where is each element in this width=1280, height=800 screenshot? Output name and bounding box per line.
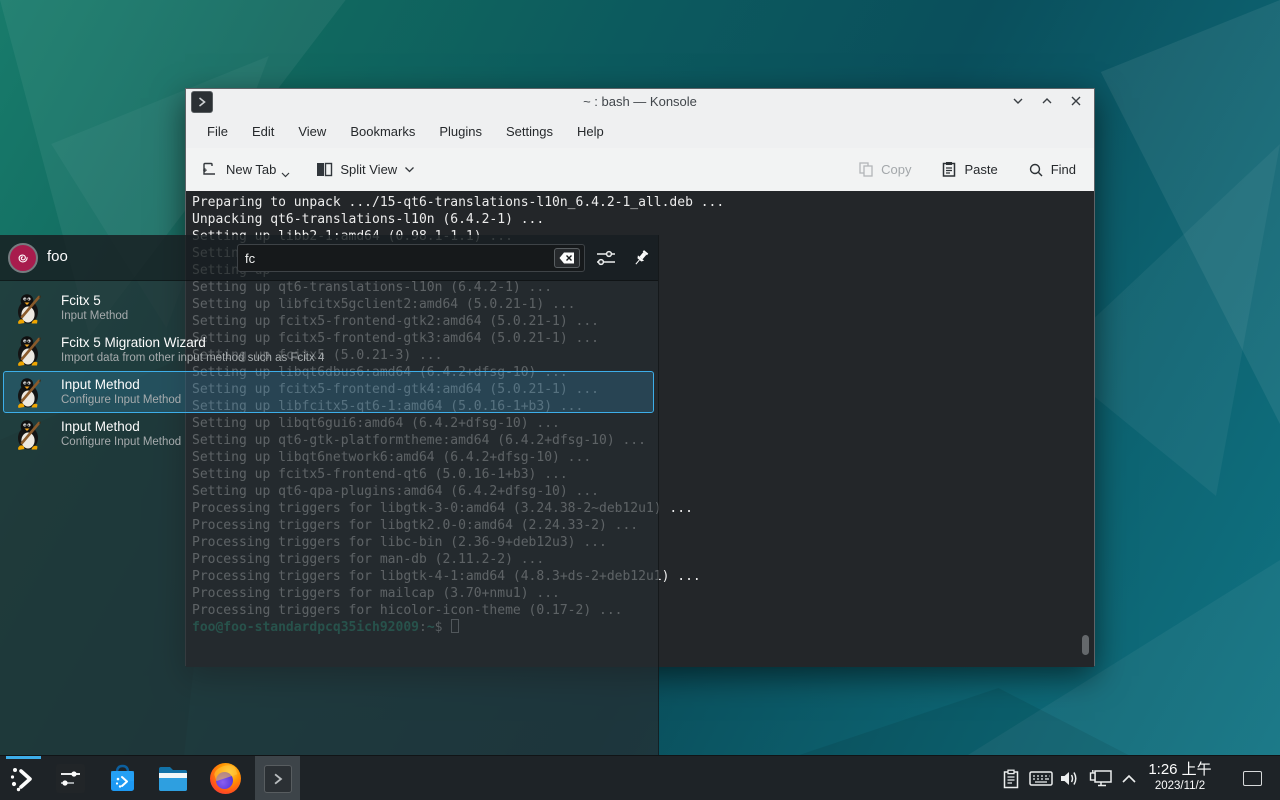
desktop-wallpaper: ~ : bash — Konsole File Edit View Bookma… <box>0 0 1280 800</box>
close-button[interactable] <box>1068 93 1084 109</box>
fcitx-tux-icon <box>12 418 46 452</box>
kde-launcher-icon <box>8 764 38 794</box>
result-subtitle: Import data from other input method such… <box>61 352 324 364</box>
chevron-down-icon <box>404 166 415 173</box>
konsole-app-icon <box>264 765 292 793</box>
dolphin-file-manager-button[interactable] <box>151 756 195 800</box>
keyboard-tray-icon[interactable] <box>1027 756 1055 800</box>
konsole-task-button[interactable] <box>255 756 300 800</box>
system-settings-button[interactable] <box>48 756 92 800</box>
copy-icon <box>858 161 874 178</box>
taskbar: 1:26 上午 2023/11/2 <box>0 755 1280 800</box>
chevron-up-icon <box>1121 774 1137 784</box>
minimize-button[interactable] <box>1010 93 1026 109</box>
search-box[interactable] <box>237 244 585 272</box>
result-subtitle: Configure Input Method <box>61 394 181 406</box>
expand-tray-button[interactable] <box>1119 756 1139 800</box>
titlebar[interactable]: ~ : bash — Konsole <box>186 89 1094 115</box>
folder-icon <box>157 765 189 793</box>
result-title: Input Method <box>61 377 140 392</box>
result-title: Fcitx 5 Migration Wizard <box>61 335 206 350</box>
menu-bookmarks[interactable]: Bookmarks <box>338 119 427 144</box>
clipboard-tray-icon[interactable] <box>1000 756 1022 800</box>
pin-launcher-button[interactable] <box>631 248 651 268</box>
maximize-button[interactable] <box>1039 93 1055 109</box>
fcitx-tux-icon <box>12 334 46 368</box>
menu-plugins[interactable]: Plugins <box>427 119 494 144</box>
debian-swirl-icon <box>14 249 32 267</box>
discover-icon <box>107 763 138 794</box>
clock-date: 2023/11/2 <box>1140 779 1220 793</box>
firefox-button[interactable] <box>203 756 247 800</box>
volume-tray-icon[interactable] <box>1057 756 1081 800</box>
new-tab-button[interactable]: New Tab <box>202 161 290 178</box>
paste-button[interactable]: Paste <box>941 161 997 178</box>
configure-sliders-icon <box>595 248 617 268</box>
launcher-result-fcitx-5-migration-wizard[interactable]: Fcitx 5 Migration Wizard Import data from… <box>3 329 654 371</box>
user-name-label[interactable]: foo <box>47 248 68 265</box>
copy-button: Copy <box>858 161 911 178</box>
terminal-output-line: Preparing to unpack .../15-qt6-translati… <box>192 194 1094 211</box>
clock-time: 1:26 上午 <box>1140 760 1220 779</box>
show-desktop-button[interactable] <box>1243 771 1262 786</box>
new-tab-icon <box>202 161 219 178</box>
clear-backspace-icon <box>559 252 575 264</box>
menubar: File Edit View Bookmarks Plugins Setting… <box>186 115 1094 148</box>
launcher-result-fcitx-5[interactable]: Fcitx 5 Input Method <box>3 287 654 329</box>
menu-file[interactable]: File <box>195 119 240 144</box>
system-settings-icon <box>55 763 86 794</box>
result-subtitle: Configure Input Method <box>61 436 181 448</box>
user-avatar[interactable] <box>8 243 38 273</box>
menu-settings[interactable]: Settings <box>494 119 565 144</box>
launcher-result-input-method[interactable]: Input Method Configure Input Method <box>3 413 654 455</box>
application-launcher-panel: foo <box>0 235 659 755</box>
application-launcher-button[interactable] <box>4 756 42 800</box>
menu-help[interactable]: Help <box>565 119 616 144</box>
terminal-output-line: Unpacking qt6-translations-l10n (6.4.2-1… <box>192 211 1094 228</box>
split-view-icon <box>316 162 333 177</box>
discover-button[interactable] <box>100 756 144 800</box>
result-title: Fcitx 5 <box>61 293 101 308</box>
fcitx-tux-icon <box>12 292 46 326</box>
find-button[interactable]: Find <box>1028 162 1076 178</box>
pin-icon <box>631 248 651 268</box>
display-connector-tray-icon[interactable] <box>1087 756 1115 800</box>
toolbar: New Tab Split View <box>186 148 1094 191</box>
launcher-header: foo <box>0 235 658 281</box>
search-input[interactable] <box>245 246 545 270</box>
menu-edit[interactable]: Edit <box>240 119 286 144</box>
configure-launcher-button[interactable] <box>595 248 617 268</box>
launcher-result-input-method[interactable]: Input Method Configure Input Method <box>3 371 654 413</box>
clear-search-button[interactable] <box>554 248 580 268</box>
split-view-button[interactable]: Split View <box>316 162 415 177</box>
result-title: Input Method <box>61 419 140 434</box>
digital-clock[interactable]: 1:26 上午 2023/11/2 <box>1140 760 1220 793</box>
terminal-scrollbar[interactable] <box>1082 635 1089 655</box>
chevron-down-icon <box>281 172 290 178</box>
window-title: ~ : bash — Konsole <box>186 94 1094 109</box>
result-subtitle: Input Method <box>61 310 128 322</box>
paste-icon <box>941 161 957 178</box>
firefox-icon <box>210 763 241 794</box>
search-icon <box>1028 162 1044 178</box>
fcitx-tux-icon <box>12 376 46 410</box>
menu-view[interactable]: View <box>286 119 338 144</box>
launcher-results-list: Fcitx 5 Input Method Fcitx 5 Migration Wi… <box>0 287 658 455</box>
